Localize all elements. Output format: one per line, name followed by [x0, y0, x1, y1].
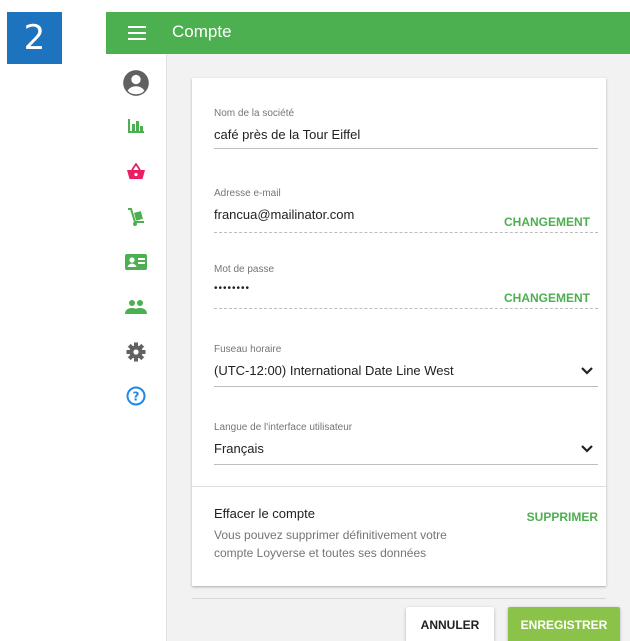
sidebar-item-help[interactable]: ?	[106, 377, 166, 415]
sidebar-item-reports[interactable]	[106, 107, 166, 145]
language-label: Langue de l'interface utilisateur	[214, 422, 353, 433]
sidebar-item-employees[interactable]	[106, 243, 166, 281]
main-content: Nom de la société café près de la Tour E…	[166, 54, 630, 641]
step-number-badge: 2	[7, 12, 62, 64]
language-value[interactable]: Français	[214, 441, 598, 459]
delete-account-title: Effacer le compte	[214, 506, 315, 521]
change-email-button[interactable]: CHANGEMENT	[504, 215, 590, 229]
id-card-icon	[125, 254, 147, 270]
help-icon: ?	[126, 386, 146, 406]
sidebar-item-account[interactable]	[106, 64, 166, 102]
delete-account-description: Vous pouvez supprimer définitivement vot…	[214, 528, 447, 560]
people-icon	[125, 300, 147, 314]
top-app-bar: Compte	[106, 12, 630, 54]
section-divider	[192, 486, 606, 487]
timezone-underline	[214, 386, 598, 387]
sidebar-item-inventory[interactable]	[106, 198, 166, 236]
footer-divider	[192, 598, 606, 599]
cancel-button[interactable]: ANNULER	[406, 607, 494, 641]
save-button[interactable]: ENREGISTRER	[508, 607, 620, 641]
bar-chart-icon	[128, 119, 144, 133]
language-select[interactable]: Langue de l'interface utilisateur França…	[214, 422, 598, 465]
svg-text:?: ?	[133, 390, 140, 404]
basket-icon	[127, 163, 145, 179]
password-underline	[214, 308, 598, 309]
timezone-label: Fuseau horaire	[214, 344, 282, 355]
password-field: Mot de passe •••••••• CHANGEMENT	[214, 264, 598, 309]
page-title: Compte	[172, 22, 232, 41]
menu-icon[interactable]	[128, 26, 146, 40]
chevron-down-icon[interactable]	[580, 366, 594, 376]
gear-icon	[126, 342, 146, 362]
account-settings-card: Nom de la société café près de la Tour E…	[192, 78, 606, 586]
email-label: Adresse e-mail	[214, 188, 281, 199]
account-circle-icon	[123, 70, 149, 96]
chevron-down-icon[interactable]	[580, 444, 594, 454]
company-name-value[interactable]: café près de la Tour Eiffel	[214, 127, 598, 145]
app-window: Compte ? Nom de la société café près de …	[106, 12, 630, 641]
sidebar: ?	[106, 54, 167, 641]
email-field: Adresse e-mail francua@mailinator.com CH…	[214, 188, 598, 233]
company-name-underline	[214, 148, 598, 149]
sidebar-item-customers[interactable]	[106, 288, 166, 326]
timezone-value[interactable]: (UTC-12:00) International Date Line West	[214, 363, 598, 381]
sidebar-item-sales[interactable]	[106, 153, 166, 191]
timezone-select[interactable]: Fuseau horaire (UTC-12:00) International…	[214, 344, 598, 387]
language-underline	[214, 464, 598, 465]
change-password-button[interactable]: CHANGEMENT	[504, 291, 590, 305]
delete-account-button[interactable]: SUPPRIMER	[527, 510, 598, 524]
sidebar-item-settings[interactable]	[106, 333, 166, 371]
company-name-field[interactable]: Nom de la société café près de la Tour E…	[214, 108, 598, 149]
email-underline	[214, 232, 598, 233]
company-name-label: Nom de la société	[214, 108, 295, 119]
hand-truck-icon	[128, 208, 144, 226]
password-label: Mot de passe	[214, 264, 275, 275]
